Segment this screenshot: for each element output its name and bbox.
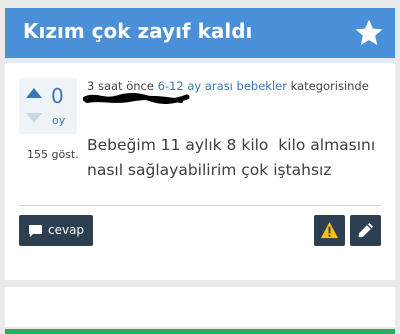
vote-count: 0: [51, 84, 64, 108]
report-button[interactable]: [314, 215, 345, 246]
vote-unit-label: oy: [52, 114, 66, 127]
next-card: [5, 287, 395, 327]
star-icon: [355, 19, 383, 45]
up-arrow-icon[interactable]: [26, 88, 42, 98]
view-count: 155 göst.: [27, 148, 79, 161]
down-arrow-icon[interactable]: [26, 113, 42, 123]
edit-button[interactable]: [350, 215, 381, 246]
question-header: Kızım çok zayıf kaldı: [5, 8, 395, 58]
question-body: Bebeğim 11 aylık 8 kilo kilo almasını na…: [87, 136, 381, 179]
warning-icon: [320, 221, 339, 239]
favorite-button[interactable]: [353, 17, 385, 49]
answer-button-label: cevap: [48, 223, 85, 237]
page-title: Kızım çok zayıf kaldı: [23, 19, 253, 43]
green-bar: [5, 329, 395, 334]
question-card: 0 oy 155 göst. 3 saat önce 6-12 ay arası…: [5, 63, 395, 280]
divider: [19, 205, 382, 206]
answer-button[interactable]: cevap: [19, 215, 93, 246]
redaction-scribble: [83, 93, 190, 104]
meta-suffix: kategorisinde: [286, 79, 369, 93]
pencil-icon: [358, 222, 374, 238]
chat-icon: [29, 225, 42, 237]
vote-box: 0 oy: [19, 78, 77, 134]
